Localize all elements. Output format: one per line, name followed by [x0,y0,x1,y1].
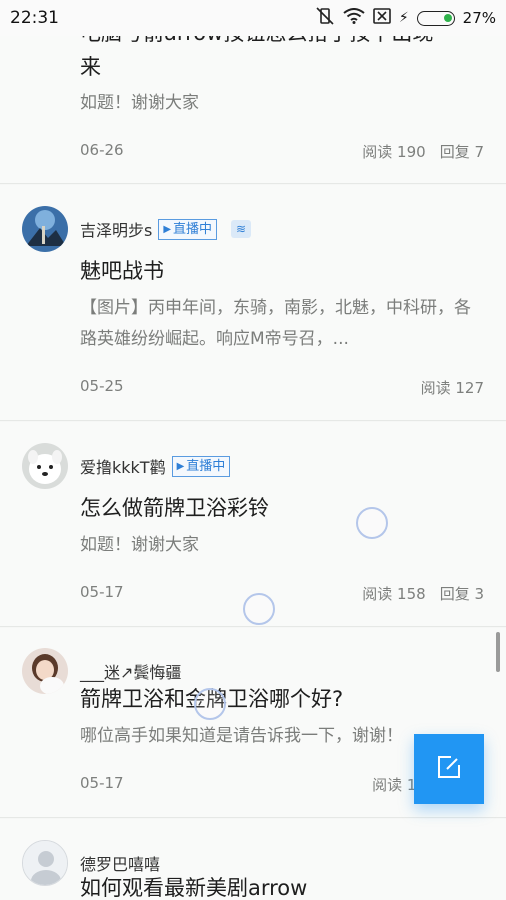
loading-ring [356,507,388,539]
avatar[interactable] [22,648,68,694]
loading-ring [194,688,226,720]
post-date: 06-26 [80,141,124,159]
battery-percent: 27% [462,9,496,27]
no-sim-icon [373,8,391,28]
author-name[interactable]: 德罗巴嘻嘻 [80,851,160,875]
read-count: 阅读 190 [362,143,426,161]
author-name[interactable]: 爱撸kkkT鹳 [80,454,166,478]
wifi-icon [343,8,365,28]
status-bar: 22:31 ⚡ 27% [0,0,506,36]
post-author[interactable]: 爱撸kkkT鹳 ▶ 直播中 [22,443,231,489]
live-badge[interactable]: ▶ 直播中 [171,455,231,477]
post-stats: 阅读 127 [421,377,484,398]
live-label: 直播中 [186,458,226,474]
reply-count: 回复 3 [439,585,484,603]
post-excerpt: 如题！谢谢大家 [80,93,199,113]
wave-icon: ≋ [231,220,252,238]
status-icons: ⚡ 27% [315,7,496,29]
avatar[interactable] [22,443,68,489]
reply-count: 回复 7 [439,143,484,161]
post-date: 05-17 [80,583,124,601]
read-count: 阅读 127 [420,379,484,397]
scrollbar-thumb[interactable] [496,632,500,672]
post-date: 05-17 [80,774,124,792]
avatar[interactable] [22,840,68,886]
charging-icon: ⚡ [398,10,409,26]
post-title-line2: 来 [80,55,101,79]
post-title: 魅吧战书 [80,259,164,283]
author-name[interactable]: ___迷↗鬓悔疆 [80,659,181,683]
post-author[interactable]: 吉泽明步s ▶ 直播中 ≋ [22,206,252,252]
battery-icon [416,10,455,26]
post-card[interactable]: 德罗巴嘻嘻 如何观看最新美剧arrow [0,819,506,900]
play-icon: ▶ [163,223,172,235]
vibrate-off-icon [315,7,335,29]
avatar[interactable] [22,206,68,252]
post-date: 05-25 [80,377,124,395]
post-card[interactable]: 吉泽明步s ▶ 直播中 ≋ 魅吧战书 【图片】丙申年间，东骑，南影，北魅，中科研… [0,185,506,421]
loading-ring [243,593,275,625]
live-badge[interactable]: ▶ 直播中 [158,218,218,240]
author-name[interactable]: 吉泽明步s [80,217,152,241]
read-count: 阅读 158 [362,585,426,603]
compose-button[interactable] [414,734,484,804]
post-title: 如何观看最新美剧arrow [80,876,308,900]
compose-icon [435,753,463,785]
post-stats: 阅读 158 回复 3 [362,583,484,604]
post-excerpt: 【图片】丙申年间，东骑，南影，北魅，中科研，各路英雄纷纷崛起。响应M帝号召，..… [80,298,471,349]
post-title: 怎么做箭牌卫浴彩铃 [80,496,269,520]
live-label: 直播中 [173,221,213,237]
status-time: 22:31 [10,8,59,28]
post-stats: 阅读 190 回复 7 [362,141,484,162]
play-icon: ▶ [176,460,185,472]
post-excerpt: 如题！谢谢大家 [80,535,199,555]
